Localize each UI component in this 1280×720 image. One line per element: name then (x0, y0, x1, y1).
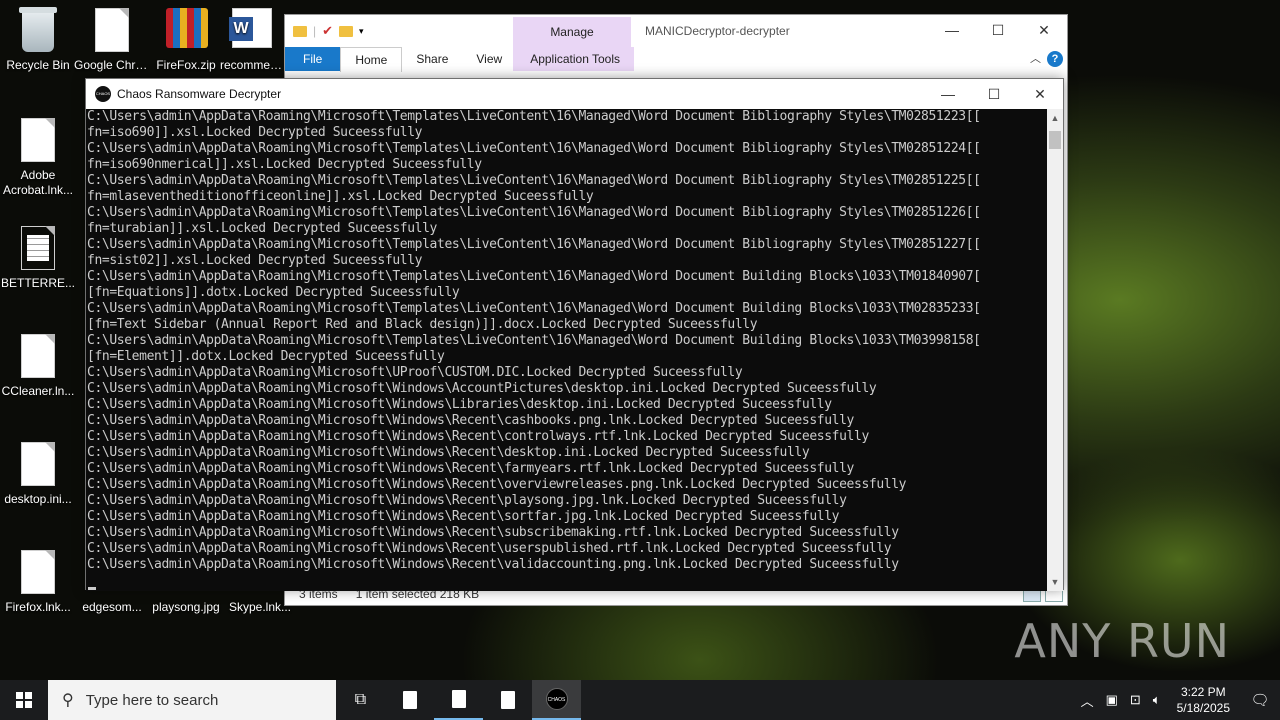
tab-file[interactable]: File (285, 47, 341, 71)
desktop-icon-adobe-acrobat[interactable]: Adobe Acrobat.lnk... (0, 118, 76, 198)
tab-home[interactable]: Home (340, 46, 403, 72)
desktop-icon-recycle-bin[interactable]: Recycle Bin (0, 7, 76, 72)
tab-view[interactable]: View (462, 47, 516, 71)
tab-share[interactable]: Share (402, 47, 462, 71)
explorer-titlebar[interactable]: | ✔ ▾ Manage MANICDecryptor-decrypter — … (285, 15, 1067, 71)
desktop-icon-desktop-ini[interactable]: desktop.ini... (0, 442, 76, 506)
taskbar-app-file-2[interactable] (434, 680, 483, 720)
scroll-down-icon[interactable]: ▼ (1047, 577, 1063, 587)
notification-icon[interactable]: 🗨︎ (1240, 691, 1280, 709)
close-button[interactable]: ✕ (1017, 79, 1063, 109)
scroll-up-icon[interactable]: ▲ (1047, 113, 1063, 123)
task-view-button[interactable]: ⧉ (336, 680, 385, 720)
volume-icon[interactable]: 🔈︎ (1153, 692, 1161, 708)
word-document-icon: W (229, 8, 272, 48)
desktop-icon-firefox-lnk[interactable]: Firefox.lnk... (0, 550, 76, 614)
file-icon (21, 334, 55, 378)
desktop-icon-betterre[interactable]: BETTERRE... (0, 226, 76, 290)
text-file-icon (21, 226, 55, 270)
chaos-titlebar[interactable]: CHAOS Chaos Ransomware Decrypter — ☐ ✕ (86, 79, 1063, 109)
device-icon[interactable]: ▣ (1106, 692, 1118, 708)
desktop-icon-ccleaner[interactable]: CCleaner.ln... (0, 334, 76, 398)
file-icon (21, 118, 55, 162)
maximize-button[interactable]: ☐ (975, 15, 1021, 45)
console-output[interactable]: C:\Users\admin\AppData\Roaming\Microsoft… (86, 109, 1048, 591)
file-icon (451, 690, 466, 708)
close-button[interactable]: ✕ (1021, 15, 1067, 45)
clock-date: 5/18/2025 (1176, 701, 1230, 715)
chaos-app-icon: CHAOS (545, 688, 568, 710)
file-icon (95, 8, 129, 52)
file-icon (402, 691, 417, 709)
anyrun-watermark: ANY RUN (1014, 614, 1230, 668)
file-icon (500, 691, 515, 709)
chaos-decrypter-window[interactable]: CHAOS Chaos Ransomware Decrypter — ☐ ✕ C… (85, 78, 1064, 591)
search-placeholder: Type here to search (85, 691, 219, 709)
taskbar-app-file-1[interactable] (385, 680, 434, 720)
chaos-logo-icon: CHAOS (95, 86, 111, 102)
console-scrollbar[interactable]: ▲ ▼ (1047, 109, 1063, 591)
taskbar-app-file-3[interactable] (483, 680, 532, 720)
explorer-title: MANICDecryptor-decrypter (645, 24, 790, 38)
recycle-bin-icon (19, 7, 57, 52)
manage-context-label: Manage (550, 25, 594, 39)
taskbar: ⚲ Type here to search ⧉ CHAOS ︿ ▣ ⊡ 🔈︎ 3… (0, 680, 1280, 720)
file-icon (21, 550, 55, 594)
console-cursor (88, 587, 96, 590)
chevron-down-icon[interactable]: ▾ (359, 26, 364, 37)
folder-icon (293, 25, 307, 37)
desktop-icon-recommen[interactable]: W recommen... (220, 8, 284, 72)
clock-time: 3:22 PM (1180, 685, 1226, 699)
clock[interactable]: 3:22 PM 5/18/2025 (1177, 684, 1230, 716)
desktop-icon-google-chrome[interactable]: Google Chrome (74, 8, 150, 72)
task-view-icon: ⧉ (354, 691, 367, 708)
winrar-archive-icon (166, 8, 208, 48)
ribbon-tabs: File Home Share View Application Tools (285, 46, 1067, 72)
system-tray: ︿ ▣ ⊡ 🔈︎ 3:22 PM 5/18/2025 🗨︎ (1075, 680, 1280, 720)
file-icon (21, 442, 55, 486)
collapse-ribbon-icon[interactable]: ︿ (1030, 50, 1041, 66)
maximize-button[interactable]: ☐ (971, 79, 1017, 109)
new-folder-icon[interactable] (339, 25, 354, 37)
windows-logo-icon (16, 692, 32, 708)
help-icon[interactable]: ? (1047, 51, 1063, 67)
desktop-icon-firefox-zip[interactable]: FireFox.zip (148, 8, 224, 72)
tab-application-tools[interactable]: Application Tools (516, 47, 635, 71)
chevron-up-icon[interactable]: ︿ (1081, 691, 1094, 710)
taskbar-search[interactable]: ⚲ Type here to search (48, 680, 336, 720)
start-button[interactable] (0, 680, 48, 720)
search-icon: ⚲ (62, 692, 74, 709)
taskbar-app-chaos[interactable]: CHAOS (532, 680, 581, 720)
scrollbar-thumb[interactable] (1049, 131, 1061, 149)
properties-icon[interactable]: ✔ (322, 23, 333, 39)
chaos-window-title: Chaos Ransomware Decrypter (117, 87, 282, 101)
minimize-button[interactable]: — (929, 15, 975, 45)
minimize-button[interactable]: — (925, 79, 971, 109)
network-icon[interactable]: ⊡ (1130, 692, 1141, 708)
console-text: C:\Users\admin\AppData\Roaming\Microsoft… (87, 109, 981, 572)
